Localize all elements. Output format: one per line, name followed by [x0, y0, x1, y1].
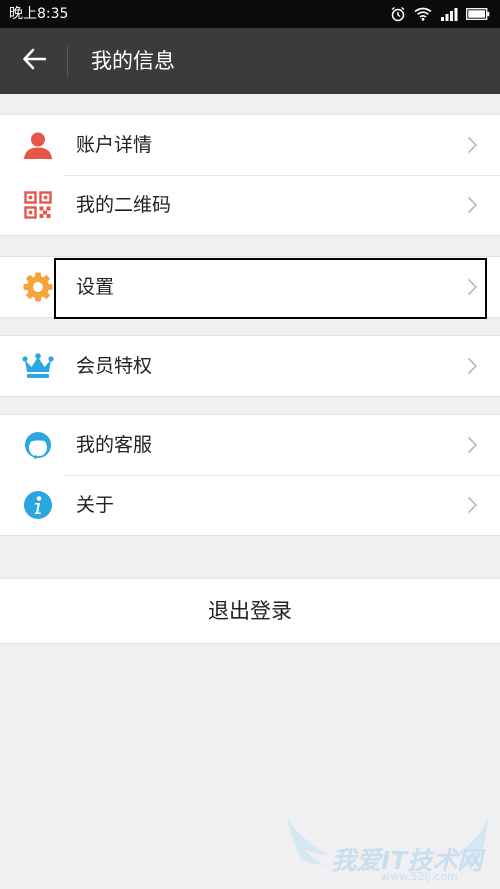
- chevron-right-icon: [467, 436, 478, 458]
- menu-group-settings: 设置: [0, 256, 500, 318]
- gear-icon: [22, 272, 54, 302]
- menu-item-customer-service[interactable]: 我的客服: [0, 415, 500, 475]
- menu-item-label: 账户详情: [76, 134, 153, 156]
- menu-group-account: 账户详情 我的二维码: [0, 114, 500, 236]
- back-arrow-icon: [22, 48, 47, 74]
- status-bar: 晚上8:35: [0, 0, 500, 28]
- chevron-right-icon: [467, 136, 478, 158]
- watermark: 我爱IT技术网 www.52ij.com: [285, 815, 490, 885]
- menu-item-label: 关于: [76, 494, 115, 516]
- page-title: 我的信息: [91, 49, 175, 73]
- menu-group-vip: 会员特权: [0, 335, 500, 397]
- chevron-right-icon: [467, 357, 478, 379]
- menu-item-my-qrcode[interactable]: 我的二维码: [0, 175, 500, 235]
- crown-icon: [22, 351, 54, 381]
- customer-service-icon: [22, 430, 54, 460]
- chevron-right-icon: [467, 278, 478, 300]
- chevron-right-icon: [467, 496, 478, 518]
- app-bar: 我的信息: [0, 28, 500, 94]
- menu-item-label: 我的客服: [76, 434, 153, 456]
- menu-group-support: 我的客服 关于: [0, 414, 500, 536]
- watermark-url: www.52ij.com: [381, 870, 458, 883]
- menu-item-vip-privileges[interactable]: 会员特权: [0, 336, 500, 396]
- wifi-icon: [414, 7, 432, 21]
- menu-item-label: 我的二维码: [76, 194, 172, 216]
- status-icons: [390, 5, 490, 23]
- menu-item-label: 会员特权: [76, 355, 153, 377]
- menu-item-label: 设置: [76, 276, 115, 298]
- user-icon: [22, 130, 54, 160]
- info-icon: [22, 490, 54, 520]
- signal-icon: [440, 7, 458, 21]
- app-bar-divider: [67, 46, 68, 76]
- menu-item-account-details[interactable]: 账户详情: [0, 115, 500, 175]
- logout-button[interactable]: 退出登录: [0, 578, 500, 644]
- battery-icon: [466, 8, 490, 20]
- status-time: 晚上8:35: [9, 6, 69, 22]
- menu-item-settings[interactable]: 设置: [0, 257, 500, 317]
- qrcode-icon: [22, 190, 54, 220]
- back-button[interactable]: [0, 28, 68, 94]
- alarm-icon: [390, 6, 406, 22]
- menu-item-about[interactable]: 关于: [0, 475, 500, 535]
- chevron-right-icon: [467, 196, 478, 218]
